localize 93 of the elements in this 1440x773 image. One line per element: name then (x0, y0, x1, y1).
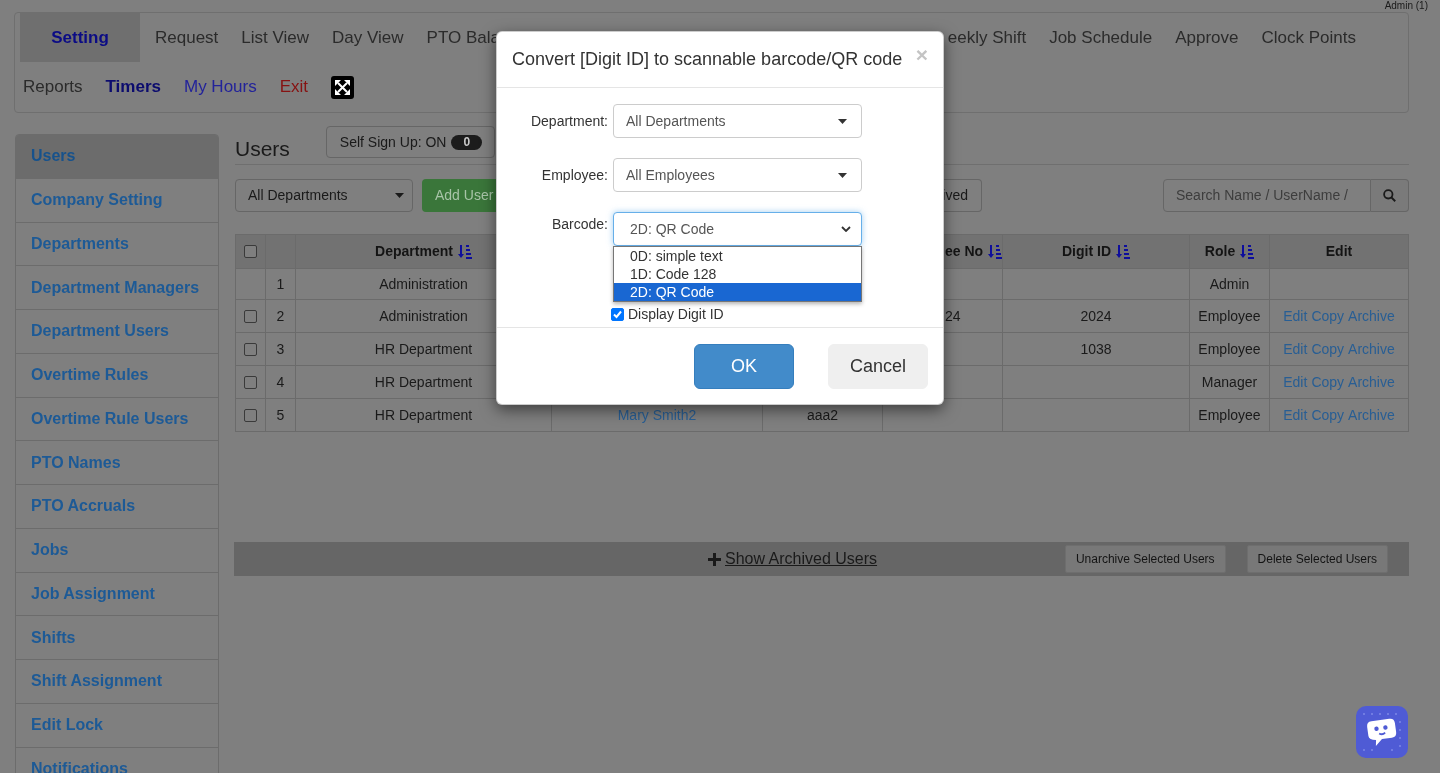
nav-link[interactable]: Exit (271, 62, 317, 112)
self-sign-up-button[interactable]: Self Sign Up: ON 0 (325, 126, 496, 158)
search-field[interactable]: Search Name / UserName / (1163, 179, 1371, 212)
department-select[interactable]: All Departments (235, 179, 413, 212)
page-title: Users (235, 137, 290, 161)
add-user-button[interactable]: Add User (422, 179, 496, 212)
checkbox[interactable] (244, 408, 257, 422)
table-cell: Administration (379, 307, 468, 324)
dropdown-select[interactable]: All Employees (613, 158, 862, 192)
action-link[interactable]: Archive (1348, 404, 1395, 426)
column-header: ee No (945, 242, 984, 262)
action-link[interactable]: Archive (1348, 305, 1395, 327)
table-cell: 4 (276, 373, 285, 390)
dropdown-option[interactable]: 0D: simple text (614, 247, 861, 265)
field-label: Barcode: (550, 215, 608, 234)
nav-tab[interactable]: Reports (15, 62, 91, 112)
table-cell: Employee (1198, 406, 1261, 423)
sort-icon[interactable] (1116, 244, 1130, 260)
column-header: Edit (1325, 242, 1353, 262)
nav-tab[interactable]: Clock Points (1253, 13, 1364, 62)
action-link[interactable]: Edit (1283, 404, 1308, 426)
table-cell: Employee (1198, 307, 1261, 324)
nav-link[interactable]: My Hours (176, 62, 265, 112)
cancel-button[interactable]: Cancel (828, 343, 928, 389)
table-cell: HR Department (374, 340, 473, 357)
chat-icon[interactable] (1356, 706, 1408, 758)
table-cell: 24 (945, 307, 961, 324)
show-archived-link[interactable]: Show Archived Users (708, 547, 878, 571)
table-cell: Admin (1209, 275, 1250, 292)
sort-icon[interactable] (988, 244, 1003, 260)
checkbox[interactable] (611, 307, 624, 321)
dropdown-option[interactable]: 1D: Code 128 (614, 265, 861, 283)
ok-button[interactable]: OK (694, 343, 794, 389)
checkbox[interactable] (244, 375, 257, 389)
field-label: Department: (529, 112, 608, 131)
action-link[interactable]: Copy (1311, 371, 1345, 393)
nav-tab[interactable]: Setting (20, 13, 140, 62)
action-link[interactable]: Copy (1311, 338, 1345, 360)
caret-icon (838, 172, 847, 178)
bar-button[interactable]: Unarchive Selected Users (1064, 545, 1226, 573)
column-header: Digit ID (1062, 242, 1111, 262)
checkbox-label: Display Digit ID (628, 304, 724, 324)
table-cell: 5 (276, 406, 285, 423)
dialog-title: Convert [Digit ID] to scannable barcode/QR code (512, 48, 903, 71)
account-name[interactable]: Admin (1) (1384, 0, 1428, 12)
checkbox[interactable] (244, 342, 257, 356)
dropdown-select[interactable]: All Departments (613, 104, 862, 138)
chevron-icon (841, 226, 851, 232)
nav-link[interactable]: Timers (97, 62, 169, 112)
nav-tab[interactable]: Day View (324, 13, 412, 62)
close-button[interactable]: × (915, 44, 928, 65)
table-cell: aaa2 (806, 406, 839, 423)
table-cell: HR Department (374, 406, 473, 423)
search-icon (1383, 189, 1396, 202)
sidebar-item[interactable]: Users (16, 135, 218, 179)
fullscreen-icon[interactable] (331, 75, 355, 99)
column-header: Role (1204, 242, 1236, 262)
table-cell: 1038 (1080, 340, 1112, 357)
sort-icon[interactable] (457, 244, 472, 260)
action-link[interactable]: Archive (1348, 371, 1395, 393)
action-link[interactable]: Edit (1283, 305, 1308, 327)
table-cell: Manager (1201, 373, 1258, 390)
sort-icon[interactable] (1240, 244, 1255, 260)
plus-icon (708, 552, 721, 566)
table-cell: Employee (1198, 340, 1261, 357)
nav-tab[interactable]: Job Schedule (1041, 13, 1161, 62)
checkbox[interactable] (244, 309, 257, 323)
caret-icon (395, 193, 404, 198)
table-cell: 3 (276, 340, 285, 357)
table-cell: 2 (276, 307, 285, 324)
table-cell: Administration (379, 275, 468, 292)
nav-tab[interactable]: eekly Shift (939, 13, 1035, 62)
search-button[interactable] (1371, 179, 1409, 212)
table-cell: 1 (276, 275, 285, 292)
column-header: Department (375, 242, 453, 262)
name-link[interactable]: Mary Smith2 (617, 406, 697, 423)
table-cell: HR Department (374, 373, 473, 390)
dropdown-option[interactable]: 2D: QR Code (614, 283, 861, 301)
field-label: Employee: (540, 166, 608, 185)
count-badge: 0 (451, 134, 483, 150)
caret-icon (838, 118, 847, 124)
checkbox[interactable] (244, 245, 257, 258)
barcode-select[interactable]: 2D: QR Code (613, 212, 862, 246)
nav-tab[interactable]: Approve (1167, 13, 1247, 62)
action-link[interactable]: Archive (1348, 338, 1395, 360)
table-cell: 2024 (1080, 307, 1112, 324)
action-link[interactable]: Edit (1283, 371, 1308, 393)
nav-tab[interactable]: List View (233, 13, 318, 62)
action-link[interactable]: Copy (1311, 305, 1345, 327)
action-link[interactable]: Copy (1311, 404, 1345, 426)
bar-button[interactable]: Delete Selected Users (1246, 545, 1388, 573)
action-link[interactable]: Edit (1283, 338, 1308, 360)
nav-tab[interactable]: Request (147, 13, 227, 62)
